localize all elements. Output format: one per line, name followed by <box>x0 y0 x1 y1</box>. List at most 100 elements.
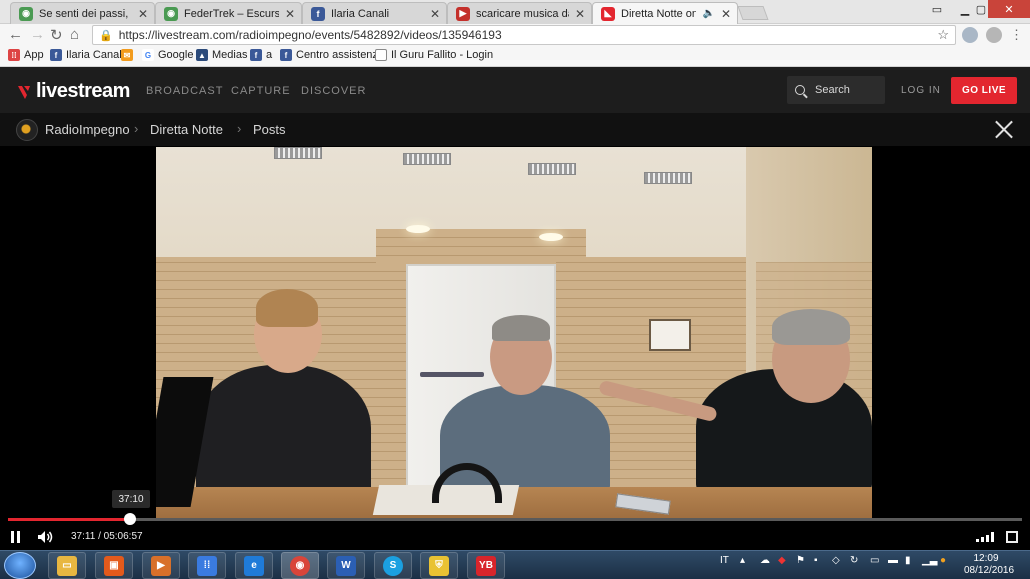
close-icon[interactable] <box>994 119 1014 139</box>
volume-icon[interactable] <box>37 530 53 544</box>
taskbar-explorer[interactable]: ▭ <box>48 552 86 579</box>
tray-norton-icon[interactable]: ● <box>940 555 946 566</box>
tray-flag-icon[interactable]: ⚑ <box>796 555 805 566</box>
clock-date: 08/12/2016 <box>964 565 1015 576</box>
tray-battery-icon[interactable]: ▮ <box>905 555 911 566</box>
forward-icon[interactable]: → <box>30 26 45 43</box>
livestream-logo[interactable]: livestream <box>16 80 130 103</box>
extension-icon[interactable] <box>986 27 1002 43</box>
language-indicator[interactable]: IT <box>720 555 729 566</box>
bookmark-mail[interactable]: ✉ <box>121 49 137 61</box>
bookmark-label: Google <box>158 49 194 61</box>
user-icon[interactable]: ▭ <box>924 0 950 18</box>
search-placeholder: Search <box>815 84 850 96</box>
browser-tab-1[interactable]: ◉ Se senti dei passi, mettiti ✕ <box>10 2 155 24</box>
breadcrumb-channel[interactable]: RadioImpegno <box>45 122 130 137</box>
login-link[interactable]: LOG IN <box>901 85 941 96</box>
go-live-button[interactable]: GO LIVE <box>951 77 1017 104</box>
tray-app-icon[interactable]: ▪ <box>814 555 818 566</box>
back-icon[interactable]: ← <box>8 26 23 43</box>
channel-avatar[interactable] <box>16 119 38 141</box>
bookmark-label: Ilaria Canali <box>66 49 125 61</box>
bookmark-centro-assistenza[interactable]: f Centro assistenza <box>280 49 384 61</box>
tray-sync-icon[interactable]: ↻ <box>850 555 858 566</box>
close-tab-icon[interactable]: ✕ <box>285 7 295 21</box>
video-frame[interactable] <box>156 147 872 519</box>
pause-icon[interactable] <box>11 531 21 543</box>
new-tab-button[interactable] <box>737 6 769 20</box>
tray-dropbox-icon[interactable]: ◇ <box>832 555 840 566</box>
reload-icon[interactable]: ↻ <box>50 26 63 44</box>
tray-up-arrow-icon[interactable]: ▴ <box>740 555 745 566</box>
bookmark-apps[interactable]: ⁞⁞ App <box>8 49 44 61</box>
search-box[interactable]: Search <box>787 76 885 104</box>
close-tab-icon[interactable]: ✕ <box>721 7 731 21</box>
breadcrumb-event[interactable]: Diretta Notte <box>150 122 223 137</box>
facebook-icon: f <box>311 6 325 21</box>
nav-discover[interactable]: DISCOVER <box>301 85 366 97</box>
windows-start-icon[interactable] <box>4 552 36 579</box>
seek-bar-progress <box>8 518 131 521</box>
youtube-icon: ▶ <box>456 6 470 21</box>
video-wall-frame <box>649 319 691 351</box>
taskbar-skype[interactable]: S <box>374 552 412 579</box>
taskbar-ie[interactable]: e <box>235 552 273 579</box>
skype-extension-icon[interactable] <box>962 27 978 43</box>
tray-signal-icon[interactable]: ▁▃ <box>922 555 937 566</box>
window-close-icon[interactable]: ✕ <box>988 0 1030 18</box>
chevron-right-icon: › <box>134 121 139 136</box>
menu-icon[interactable]: ⋮ <box>1010 27 1023 43</box>
close-tab-icon[interactable]: ✕ <box>138 7 148 21</box>
speaker-icon[interactable]: 🔈 <box>702 8 714 19</box>
chrome-icon: ◉ <box>290 555 310 576</box>
taskbar-chrome[interactable]: ◉ <box>281 552 319 579</box>
tab-title: Diretta Notte on Live <box>621 7 696 20</box>
browser-tab-4[interactable]: ▶ scaricare musica da yout ✕ <box>447 2 592 24</box>
yb-icon: YB <box>476 555 496 576</box>
browser-tab-5[interactable]: ◣ Diretta Notte on Live 🔈 ✕ <box>592 2 738 24</box>
fullscreen-icon[interactable] <box>1006 531 1018 543</box>
tray-adobe-icon[interactable]: ◆ <box>778 555 786 566</box>
bookmark-label: Medias <box>212 49 248 61</box>
bookmark-medias[interactable]: ▲ Medias <box>196 49 247 61</box>
mail-icon: ✉ <box>121 49 133 61</box>
seek-bar[interactable] <box>8 513 1022 525</box>
google-icon: G <box>142 49 154 61</box>
home-icon[interactable]: ⌂ <box>70 26 79 43</box>
taskbar-media[interactable]: ▶ <box>142 552 180 579</box>
taskbar-office[interactable]: ▣ <box>95 552 133 579</box>
bookmark-google[interactable]: G Google <box>142 49 193 61</box>
address-bar[interactable]: 🔒 https://livestream.com/radioimpegno/ev… <box>92 25 956 45</box>
bookmark-guru-fallito[interactable]: Il Guru Fallito - Login <box>375 49 493 61</box>
taskbar-yb[interactable]: YB <box>467 552 505 579</box>
taskbar-apps[interactable]: ⁞⁞ <box>188 552 226 579</box>
skype-icon: S <box>383 555 403 576</box>
video-vent <box>528 163 576 175</box>
taskbar-shield[interactable]: ⛨ <box>420 552 458 579</box>
quality-icon[interactable] <box>976 532 994 542</box>
tray-chat-icon[interactable]: ▬ <box>888 555 898 566</box>
tab-title: Se senti dei passi, mettiti <box>39 7 132 20</box>
video-vent <box>644 172 692 184</box>
close-tab-icon[interactable]: ✕ <box>575 7 585 21</box>
close-tab-icon[interactable]: ✕ <box>430 7 440 21</box>
bookmark-label: App <box>24 49 44 61</box>
breadcrumb-posts[interactable]: Posts <box>253 122 286 137</box>
duration: 05:06:57 <box>103 531 143 542</box>
logo-wordmark: livestream <box>36 80 130 102</box>
tray-monitor-icon[interactable]: ▭ <box>870 555 879 566</box>
star-icon[interactable]: ☆ <box>937 27 949 43</box>
chrome-icon: ◉ <box>164 6 178 21</box>
seek-handle[interactable] <box>124 513 137 525</box>
apps-grid-icon: ⁞⁞ <box>197 555 217 576</box>
taskbar-word[interactable]: W <box>327 552 365 579</box>
breadcrumb: RadioImpegno › Diretta Notte › Posts <box>0 113 1030 146</box>
bookmark-ilaria[interactable]: f Ilaria Canali <box>50 49 124 61</box>
browser-tab-3[interactable]: f Ilaria Canali ✕ <box>302 2 447 24</box>
nav-capture[interactable]: CAPTURE <box>231 85 291 97</box>
bookmark-a[interactable]: f a <box>250 49 272 61</box>
taskbar-clock[interactable]: 12:09 08/12/2016 <box>964 553 1015 577</box>
tray-cloud-icon[interactable]: ☁ <box>760 555 770 566</box>
nav-broadcast[interactable]: BROADCAST <box>146 85 223 97</box>
browser-tab-2[interactable]: ◉ FederTrek – Escursionism ✕ <box>155 2 302 24</box>
